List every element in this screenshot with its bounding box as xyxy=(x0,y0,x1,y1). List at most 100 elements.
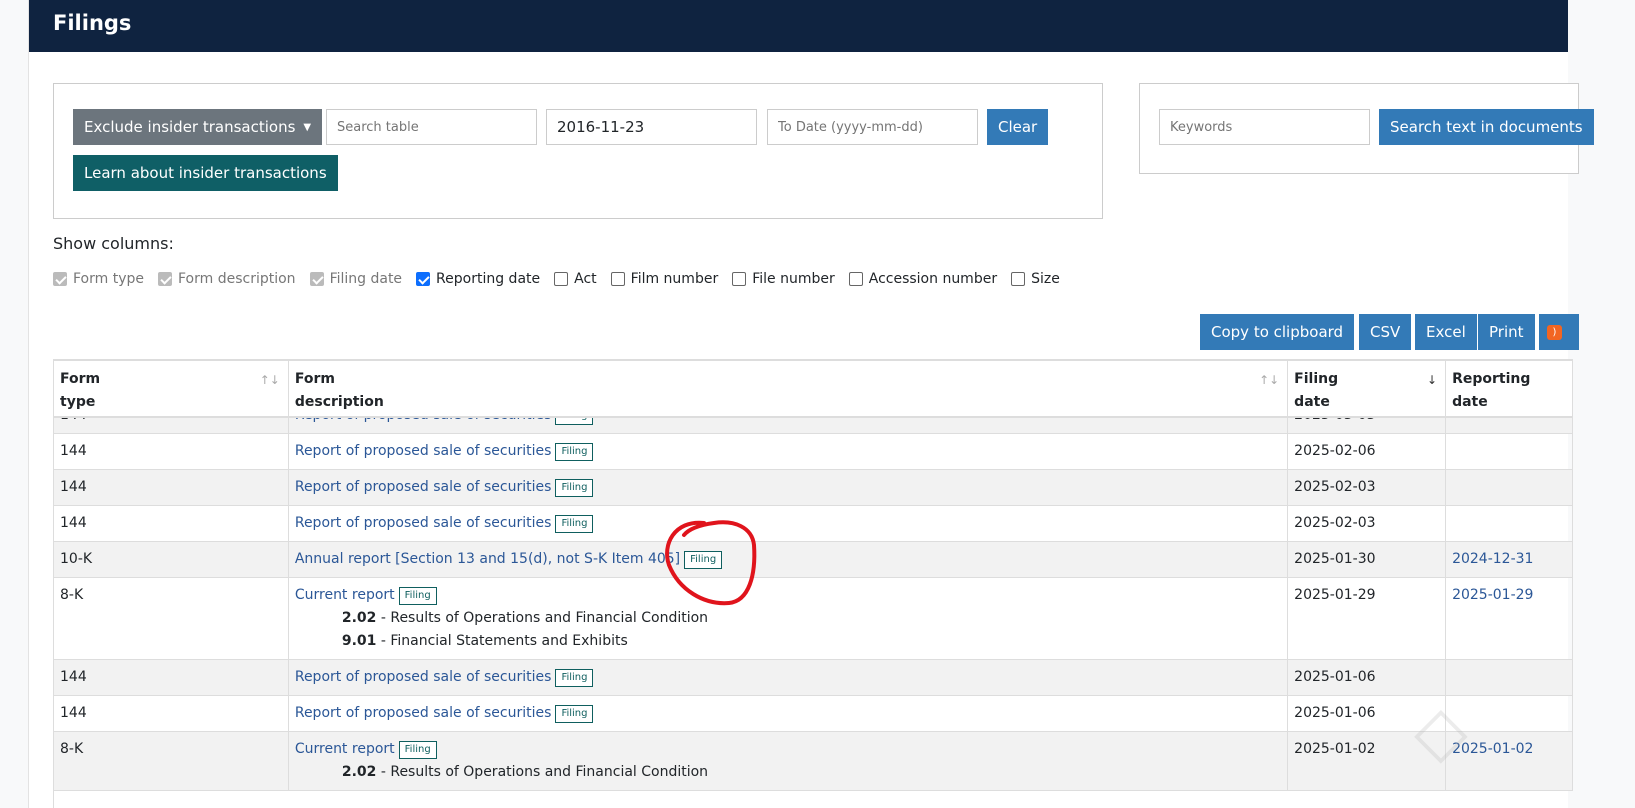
header-line: type xyxy=(60,394,96,410)
search-table-input[interactable] xyxy=(326,109,537,145)
filing-date: 2025-02-03 xyxy=(1288,470,1447,505)
column-toggle-label: Filing date xyxy=(329,271,403,287)
filing-date: 2025-01-29 xyxy=(1288,578,1447,659)
to-date-input[interactable] xyxy=(767,109,978,145)
table-row: 8-K Current report Filing 2.02 - Results o… xyxy=(54,578,1573,660)
checkbox[interactable] xyxy=(554,272,569,286)
column-toggle[interactable]: Reporting date xyxy=(416,271,540,287)
table-row: 144 Report of proposed sale of securitie… xyxy=(54,696,1573,732)
form-type: 8-K xyxy=(54,732,289,790)
clear-button[interactable]: Clear xyxy=(987,109,1049,145)
column-header[interactable]: Form type ↑↓ xyxy=(54,361,289,416)
column-toggle-label: Form description xyxy=(178,271,296,287)
show-columns-label: Show columns: xyxy=(53,234,174,253)
filing-badge[interactable]: Filing xyxy=(555,705,594,723)
csv-button[interactable]: CSV xyxy=(1359,314,1412,350)
checkbox[interactable] xyxy=(53,272,67,286)
table-body[interactable]: 144 Report of proposed sale of securitie… xyxy=(54,418,1573,808)
checkbox[interactable] xyxy=(158,272,172,286)
checkbox[interactable] xyxy=(1011,272,1026,286)
form-description-link[interactable]: Report of proposed sale of securities xyxy=(295,515,552,531)
table-row: 144 Report of proposed sale of securitie… xyxy=(54,660,1573,696)
page-title: Filings xyxy=(29,0,1568,52)
column-header[interactable]: Form description ↑↓ xyxy=(289,361,1289,416)
form-description-link[interactable]: Report of proposed sale of securities xyxy=(295,705,552,721)
sort-icon[interactable]: ↑↓ xyxy=(260,369,280,392)
filing-badge[interactable]: Filing xyxy=(555,418,594,425)
table-header: Form type ↑↓ Form description ↑↓ Filing date ↓ Re… xyxy=(54,359,1573,418)
form-description-link[interactable]: Current report xyxy=(295,741,395,757)
excel-button[interactable]: Excel xyxy=(1415,314,1477,350)
table-row: 144 Report of proposed sale of securitie… xyxy=(54,470,1573,506)
keyword-panel: Search text in documents xyxy=(1139,83,1594,174)
from-date-input[interactable] xyxy=(546,109,757,145)
reporting-date-link[interactable]: 2024-12-31 xyxy=(1452,551,1533,567)
checkbox[interactable] xyxy=(732,272,747,286)
item-line: 2.02 - Results of Operations and Financi… xyxy=(341,610,709,626)
sort-icon[interactable]: ↑↓ xyxy=(1259,369,1279,392)
keywords-input[interactable] xyxy=(1159,109,1370,145)
item-line: 9.01 - Financial Statements and Exhibits xyxy=(341,633,628,649)
form-description-link[interactable]: Report of proposed sale of securities xyxy=(295,443,552,459)
form-type: 144 xyxy=(54,660,289,695)
filing-badge[interactable]: Filing xyxy=(398,741,437,759)
checkbox[interactable] xyxy=(610,272,625,286)
caret-down-icon: ▼ xyxy=(303,121,312,133)
red-circle-annotation xyxy=(665,520,757,606)
filing-badge[interactable]: Filing xyxy=(555,515,594,533)
column-toggle-label: Act xyxy=(574,271,597,287)
form-type: 144 xyxy=(54,418,289,433)
checkbox[interactable] xyxy=(416,272,431,286)
column-header[interactable]: Reporting date xyxy=(1446,361,1573,416)
header-line: description xyxy=(294,394,384,410)
form-description-link[interactable]: Annual report [Section 13 and 15(d), not… xyxy=(295,551,680,567)
column-toggle[interactable]: Accession number xyxy=(848,271,998,287)
form-type: 144 xyxy=(54,470,289,505)
form-description-link[interactable]: Report of proposed sale of securities xyxy=(295,479,552,495)
column-toggle[interactable]: Act xyxy=(554,271,597,287)
column-toggle-label: File number xyxy=(752,271,835,287)
column-toggle[interactable]: Form type xyxy=(53,271,144,287)
form-type: 144 xyxy=(54,434,289,469)
header-line: date xyxy=(1294,394,1330,410)
table-row: 10-K Annual report [Section 13 and 15(d)… xyxy=(54,542,1573,578)
column-toggle-label: Form type xyxy=(73,271,144,287)
rss-button[interactable]: ) xyxy=(1539,314,1579,350)
column-toggle[interactable]: Size xyxy=(1011,271,1060,287)
form-type: 144 xyxy=(54,696,289,731)
header-line: Form xyxy=(60,371,101,387)
checkbox[interactable] xyxy=(848,272,863,286)
form-description-link[interactable]: Report of proposed sale of securities xyxy=(295,669,552,685)
exclude-insider-dropdown[interactable]: Exclude insider transactions ▼ xyxy=(73,109,323,145)
form-description-link[interactable]: Current report xyxy=(295,587,395,603)
search-text-button[interactable]: Search text in documents xyxy=(1379,109,1594,145)
header-line: Filing xyxy=(1294,371,1339,387)
learn-insider-button[interactable]: Learn about insider transactions xyxy=(73,155,338,191)
print-button[interactable]: Print xyxy=(1478,314,1535,350)
form-type: 8-K xyxy=(54,578,289,659)
reporting-date-link[interactable]: 2025-01-29 xyxy=(1452,587,1533,603)
filing-date: 2025-02-03 xyxy=(1288,506,1447,541)
column-toggle-label: Reporting date xyxy=(436,271,541,287)
item-line: 2.02 - Results of Operations and Financi… xyxy=(341,764,709,780)
dropdown-label: Exclude insider transactions xyxy=(84,118,296,136)
filing-badge[interactable]: Filing xyxy=(555,479,594,497)
checkbox[interactable] xyxy=(309,272,324,286)
column-toggle-label: Accession number xyxy=(868,271,998,287)
column-toggle[interactable]: Filing date xyxy=(309,271,403,287)
filing-badge[interactable]: Filing xyxy=(555,443,594,461)
sort-icon[interactable]: ↓ xyxy=(1427,369,1437,392)
filter-panel: Exclude insider transactions ▼ Clear Lear… xyxy=(53,83,1103,219)
column-header[interactable]: Filing date ↓ xyxy=(1288,361,1447,416)
column-toggle[interactable]: Form description xyxy=(158,271,296,287)
header-line: Form xyxy=(294,371,335,387)
column-toggles: Form type Form description Filing date Repo… xyxy=(53,271,1060,287)
form-description-link[interactable]: Report of proposed sale of securities xyxy=(295,418,552,423)
copy-clipboard-button[interactable]: Copy to clipboard xyxy=(1200,314,1355,350)
filing-badge[interactable]: Filing xyxy=(398,587,437,605)
column-toggle[interactable]: Film number xyxy=(610,271,718,287)
column-toggle[interactable]: File number xyxy=(732,271,835,287)
rss-icon: ) xyxy=(1547,324,1562,340)
filing-badge[interactable]: Filing xyxy=(555,669,594,687)
filing-date: 2025-03-03 xyxy=(1288,418,1447,433)
